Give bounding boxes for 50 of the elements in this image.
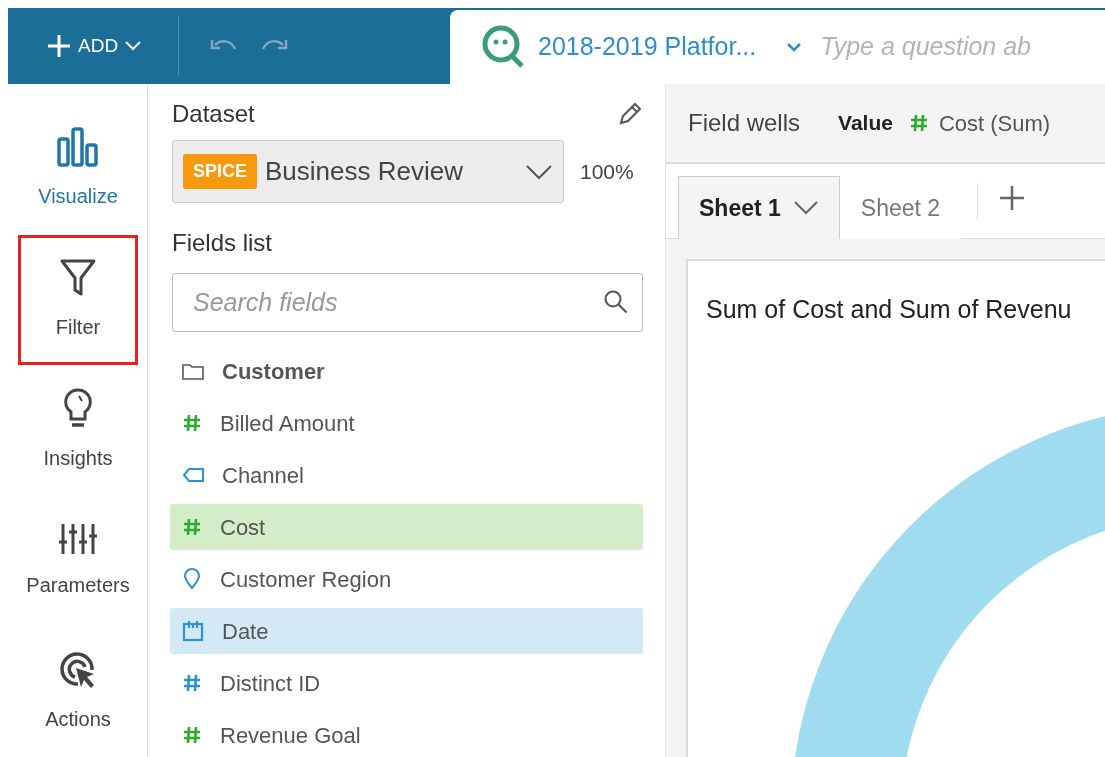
caret-icon (124, 40, 143, 52)
folder-item[interactable]: Customer (170, 348, 643, 394)
calendar-icon (182, 620, 204, 642)
dataset-tag: SPICE (183, 154, 258, 189)
sidebar-tab[interactable]: Actions (18, 626, 138, 757)
field-wells-heading: Field wells (688, 108, 801, 138)
field-item[interactable]: Distinct ID (170, 660, 643, 706)
pencil-icon (617, 101, 643, 127)
sidebar-tab[interactable]: Insights (18, 365, 138, 496)
well-field[interactable]: Cost (Sum) (908, 106, 1051, 140)
caret-icon (792, 200, 819, 216)
caret-icon (525, 163, 553, 180)
caret-icon (786, 42, 803, 52)
search-field[interactable]: Search fields (172, 273, 643, 332)
analysis-title-dropdown[interactable]: 2018-2019 Platfor... (538, 28, 803, 66)
hash-icon (908, 113, 929, 133)
usage-percent: 100% (580, 158, 634, 185)
visual-title: Sum of Cost and Sum of Revenu (705, 294, 1073, 325)
hash-icon (182, 725, 202, 745)
plus-icon (998, 183, 1027, 212)
sidebar-tab[interactable]: Visualize (18, 104, 138, 235)
sheet-tab[interactable]: Sheet 1 (678, 176, 840, 239)
hash-icon (182, 413, 202, 433)
filter-icon (59, 257, 97, 298)
lightbulb-icon (63, 387, 93, 430)
dataset-name: Business Review (265, 155, 464, 188)
field-item[interactable]: Cost (170, 504, 643, 550)
sidebar-tab[interactable]: Parameters (18, 495, 138, 627)
field-item[interactable]: Channel (170, 452, 643, 498)
field-item[interactable]: Revenue Goal (170, 712, 643, 757)
sidebar-tab[interactable]: Filter (18, 234, 138, 366)
add-button[interactable]: ADD (8, 8, 143, 84)
search-icon (603, 289, 629, 315)
well-label: Value (838, 110, 893, 137)
hash-icon (182, 673, 202, 693)
dataset-dropdown[interactable]: SPICE Business Review (172, 140, 564, 203)
edit-button[interactable] (617, 101, 643, 127)
dataset-heading: Dataset (172, 99, 255, 129)
field-item[interactable]: Date (170, 608, 643, 654)
plus-icon (46, 33, 72, 59)
tag-icon (182, 466, 204, 484)
magnifier-face-icon (480, 24, 526, 70)
fields-heading: Fields list (172, 228, 274, 258)
folder-icon (182, 362, 204, 380)
pin-icon (182, 568, 202, 590)
field-item[interactable]: Customer Region (170, 556, 643, 602)
hash-icon (182, 517, 202, 537)
sliders-icon (58, 522, 98, 557)
bar-chart-icon (56, 127, 100, 168)
field-item[interactable]: Billed Amount (170, 400, 643, 446)
